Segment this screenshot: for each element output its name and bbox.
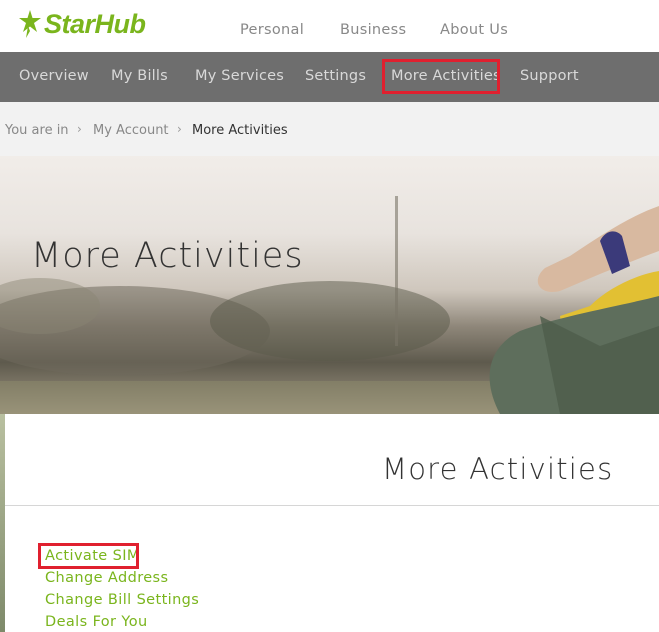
nav-support[interactable]: Support — [520, 68, 579, 84]
nav-highlight-box — [382, 59, 500, 94]
breadcrumb: You are in › My Account › More Activitie… — [0, 102, 659, 157]
chevron-right-icon: › — [177, 122, 182, 136]
top-bar: StarHub Personal Business About Us — [0, 0, 659, 52]
divider — [5, 505, 659, 506]
hero-banner: More Activities — [0, 156, 659, 414]
link-highlight-box — [38, 543, 139, 569]
breadcrumb-my-account[interactable]: My Account — [93, 123, 169, 138]
link-change-bill-settings[interactable]: Change Bill Settings — [45, 592, 199, 608]
panel-title: More Activities — [382, 452, 614, 486]
hero-background-image — [0, 196, 659, 414]
star-figure-icon — [19, 10, 41, 38]
link-change-address[interactable]: Change Address — [45, 570, 168, 586]
nav-settings[interactable]: Settings — [305, 68, 366, 84]
hero-title: More Activities — [31, 236, 304, 276]
topnav-about-us[interactable]: About Us — [440, 22, 508, 38]
starhub-logo[interactable]: StarHub — [18, 6, 146, 42]
nav-my-bills[interactable]: My Bills — [111, 68, 168, 84]
link-deals-for-you[interactable]: Deals For You — [45, 614, 148, 630]
nav-overview[interactable]: Overview — [19, 68, 89, 84]
chevron-right-icon: › — [77, 122, 82, 136]
breadcrumb-prefix: You are in — [5, 123, 69, 138]
main-nav: Overview My Bills My Services Settings M… — [0, 52, 659, 102]
logo-wordmark: StarHub — [44, 8, 146, 39]
topnav-business[interactable]: Business — [340, 22, 406, 38]
breadcrumb-current: More Activities — [192, 123, 288, 138]
topnav-personal[interactable]: Personal — [240, 22, 304, 38]
nav-my-services[interactable]: My Services — [195, 68, 284, 84]
